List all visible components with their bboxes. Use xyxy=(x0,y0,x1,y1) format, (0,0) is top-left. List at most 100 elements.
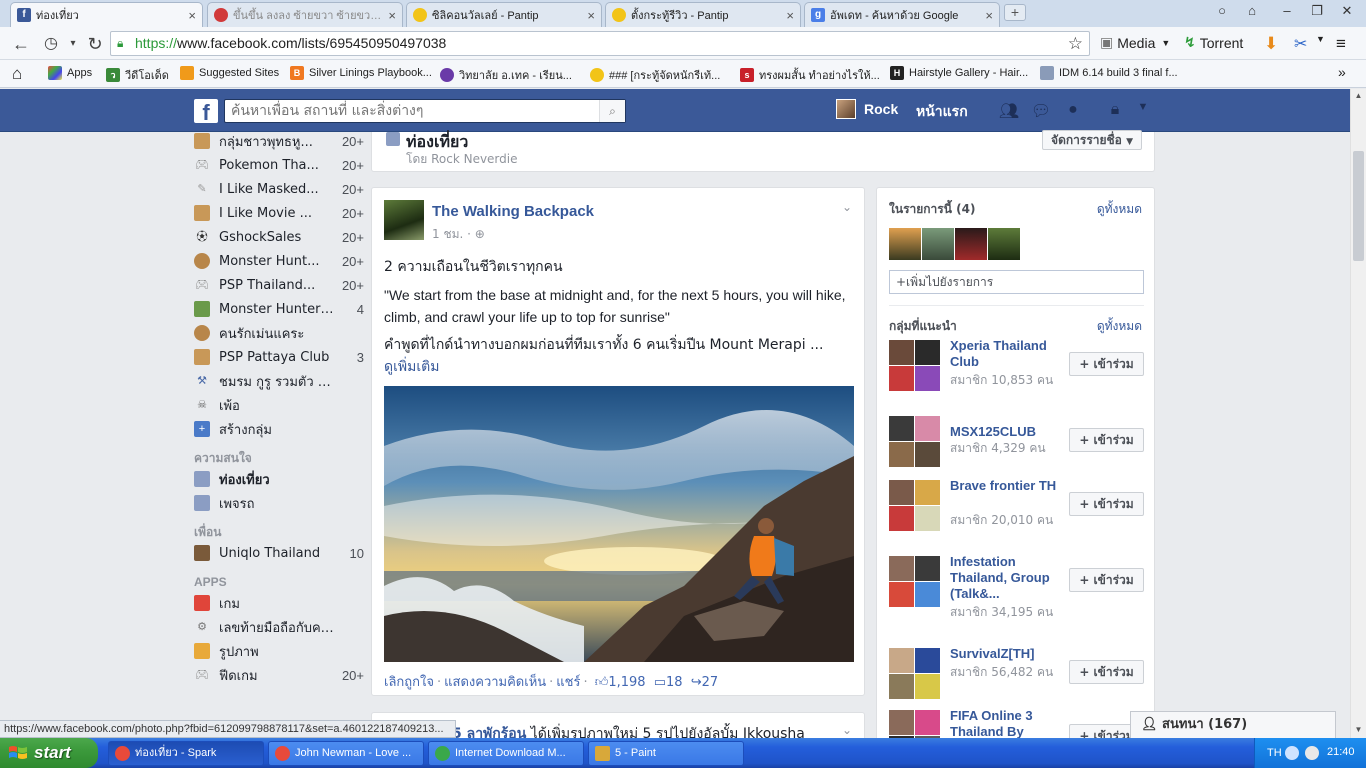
page-avatar[interactable] xyxy=(384,200,424,240)
share-link[interactable]: แชร์ xyxy=(556,675,580,690)
group-name-link[interactable]: Xperia Thailand Club xyxy=(950,338,1060,370)
join-group-button[interactable]: + เข้าร่วม xyxy=(1069,492,1144,516)
volume-icon[interactable] xyxy=(1305,746,1319,760)
shares-count[interactable]: 27 xyxy=(702,675,719,690)
join-group-button[interactable]: + เข้าร่วม xyxy=(1069,660,1144,684)
bookmark-apps[interactable]: Apps xyxy=(48,66,92,80)
sidebar-group-item[interactable]: Monster Hunt... 20+ xyxy=(194,249,364,273)
close-tab-icon[interactable]: × xyxy=(388,8,396,23)
bookmark-star-icon[interactable]: ☆ xyxy=(1068,32,1083,55)
sidebar-group-item[interactable]: 🎮︎ PSP Thailand... 20+ xyxy=(194,273,364,297)
search-input[interactable] xyxy=(225,100,595,122)
comment-link[interactable]: แสดงความคิดเห็น xyxy=(444,675,546,690)
sidebar-group-item[interactable]: ✎ I Like Masked... 20+ xyxy=(194,177,364,201)
page-scrollbar[interactable]: ▲ ▼ xyxy=(1350,89,1366,738)
minimize-icon[interactable]: – xyxy=(1277,3,1297,21)
post-photo[interactable] xyxy=(384,386,854,662)
profile-link[interactable]: Rock xyxy=(836,99,898,119)
sidebar-friend-item[interactable]: Uniqlo Thailand 10 xyxy=(194,541,364,565)
manage-list-button[interactable]: จัดการรายชื่อ ▼ xyxy=(1042,130,1142,150)
group-name-link[interactable]: FIFA Online 3 Thailand By xyxy=(950,708,1060,740)
tab[interactable]: ซิลิคอนวัลเลย์ - Pantip × xyxy=(406,2,602,27)
sidebar-group-item[interactable]: Monster Hunter ... 4 xyxy=(194,297,364,321)
member-avatar[interactable] xyxy=(922,228,954,260)
tab-active[interactable]: f ท่องเที่ยว × xyxy=(10,2,203,27)
comments-count[interactable]: 18 xyxy=(666,675,683,690)
close-tab-icon[interactable]: × xyxy=(786,8,794,23)
see-more-link[interactable]: ดูเพิ่มเติม xyxy=(384,356,854,378)
sidebar-group-item[interactable]: I Like Movie ... 20+ xyxy=(194,201,364,225)
close-window-icon[interactable]: ✕ xyxy=(1337,3,1357,21)
new-tab-button[interactable]: + xyxy=(1004,4,1026,21)
see-all-members-link[interactable]: ดูทั้งหมด xyxy=(1097,200,1142,219)
taskbar-item[interactable]: ท่องเที่ยว - Spark xyxy=(108,741,264,766)
privacy-lock-icon[interactable]: 🔒︎ xyxy=(1104,101,1126,121)
input-language[interactable]: TH xyxy=(1267,747,1282,759)
chevron-down-icon[interactable]: ▾ xyxy=(62,33,84,55)
restore-icon[interactable]: ❐ xyxy=(1307,3,1327,21)
tab[interactable]: ตั้งกระทู้รีวิว - Pantip × xyxy=(605,2,801,27)
sidebar-interest-item[interactable]: เพจรถ xyxy=(194,491,364,515)
add-to-list-input[interactable]: +เพิ่มไปยังรายการ xyxy=(889,270,1144,294)
scroll-down-icon[interactable]: ▼ xyxy=(1351,723,1366,737)
sidebar-interest-item[interactable]: ท่องเที่ยว xyxy=(194,467,364,491)
sidebar-app-item[interactable]: 🎮︎ ฟีดเกม 20+ xyxy=(194,663,364,687)
chevron-down-icon[interactable]: ▼ xyxy=(1316,34,1325,44)
sidebar-app-item[interactable]: เกม xyxy=(194,591,364,615)
group-name-link[interactable]: Infestation Thailand, Group (Talk&... xyxy=(950,554,1060,602)
bookmark-item[interactable]: ### [กระทู้จัดหนักรีเท้... xyxy=(590,66,720,84)
join-group-button[interactable]: + เข้าร่วม xyxy=(1069,428,1144,452)
sidebar-group-item[interactable]: 🎮︎ Pokemon Tha... 20+ xyxy=(194,153,364,177)
chat-sidebar-toggle[interactable]: 👤︎ สนทนา (167) xyxy=(1130,711,1336,738)
search-icon[interactable]: ⌕ xyxy=(599,100,625,122)
bookmark-item[interactable]: ว วีดีโอเด็ด xyxy=(106,66,169,84)
notifications-globe-icon[interactable]: ● xyxy=(1062,101,1084,121)
messages-icon[interactable]: 💬︎ xyxy=(1030,101,1052,121)
taskbar-item[interactable]: 5 - Paint xyxy=(588,741,744,766)
page-name-link[interactable]: The Walking Backpack xyxy=(432,203,594,220)
media-extension-button[interactable]: ▣ Media ▼ xyxy=(1100,34,1170,51)
start-button[interactable]: start xyxy=(0,738,98,768)
unlike-link[interactable]: เลิกถูกใจ xyxy=(384,675,434,690)
join-group-button[interactable]: + เข้าร่วม xyxy=(1069,352,1144,376)
menu-icon[interactable]: ≡ xyxy=(1336,34,1346,54)
sidebar-group-item[interactable]: ⚒ ชมรม กูรู รวมตัว ต่อ... xyxy=(194,369,364,393)
shirt-icon[interactable]: ⌂ xyxy=(1242,3,1262,21)
scissors-icon[interactable]: ✂ xyxy=(1294,34,1307,54)
close-tab-icon[interactable]: × xyxy=(587,8,595,23)
member-avatar[interactable] xyxy=(988,228,1020,260)
history-clock-icon[interactable]: ◷ xyxy=(40,33,62,55)
join-group-button[interactable]: + เข้าร่วม xyxy=(1069,568,1144,592)
more-bookmarks-icon[interactable]: » xyxy=(1338,64,1346,80)
close-tab-icon[interactable]: × xyxy=(985,8,993,23)
address-bar[interactable]: 🔒︎ https://www.facebook.com/lists/695450… xyxy=(110,31,1090,56)
account-chevron-down-icon[interactable]: ▼ xyxy=(1132,101,1154,121)
chat-bubble-icon[interactable]: ○ xyxy=(1212,3,1232,21)
post-options-chevron-icon[interactable]: ⌄ xyxy=(842,200,852,214)
likes-count[interactable]: 1,198 xyxy=(608,675,645,690)
back-arrow-icon[interactable]: ← xyxy=(10,33,32,55)
facebook-logo-icon[interactable]: f xyxy=(194,99,218,125)
scroll-up-icon[interactable]: ▲ xyxy=(1351,89,1366,103)
group-name-link[interactable]: SurvivalZ[TH] xyxy=(950,646,1060,662)
bookmark-item[interactable]: s ทรงผมสั้น ทำอย่างไรให้... xyxy=(740,66,880,84)
sidebar-app-item[interactable]: ⚙ เลขท้ายมือถือกับคว... xyxy=(194,615,364,639)
scroll-thumb[interactable] xyxy=(1353,151,1364,261)
bookmark-item[interactable]: Suggested Sites xyxy=(180,66,279,80)
member-avatar[interactable] xyxy=(889,228,921,260)
bookmark-item[interactable]: IDM 6.14 build 3 final f... xyxy=(1040,66,1178,80)
sidebar-group-item[interactable]: ⚽︎ GshockSales 20+ xyxy=(194,225,365,249)
torrent-extension-button[interactable]: ↯ Torrent xyxy=(1184,34,1243,51)
member-avatar[interactable] xyxy=(955,228,987,260)
group-name-link[interactable]: Brave frontier TH xyxy=(950,478,1060,494)
sidebar-app-item[interactable]: รูปภาพ xyxy=(194,639,364,663)
reload-icon[interactable]: ↻ xyxy=(84,33,106,55)
sidebar-group-item[interactable]: กลุ่มชาวพุทธหู... 20+ xyxy=(194,132,364,153)
bookmark-item[interactable]: B Silver Linings Playbook... xyxy=(290,66,432,80)
group-name-link[interactable]: MSX125CLUB xyxy=(950,424,1060,440)
taskbar-item[interactable]: John Newman - Love ... xyxy=(268,741,424,766)
tray-arrow-icon[interactable] xyxy=(1285,746,1299,760)
download-icon[interactable]: ⬇ xyxy=(1264,34,1278,54)
friend-requests-icon[interactable]: 👥︎ xyxy=(998,101,1020,121)
home-link[interactable]: หน้าแรก xyxy=(916,101,968,123)
